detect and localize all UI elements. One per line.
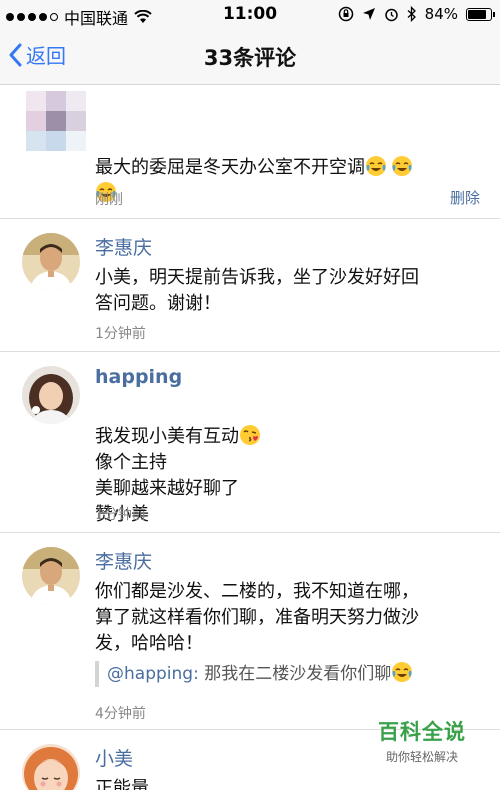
comment-text: 我发现小美有互动 像个主持 美聊越来越好聊了 赞小美 [95,398,475,528]
comment-text: 正能量 [95,778,149,790]
avatar[interactable] [26,91,86,151]
comment-time: 刚刚 [95,192,123,208]
reply-quote: @happing: 那我在二楼沙发看你们聊 [95,661,497,687]
comment-author[interactable]: 李惠庆 [95,233,152,260]
comment-item: 最大的委屈是冬天办公室不开空调 刚刚 删除 [0,85,500,219]
comment-time: 1分钟前 [95,507,146,523]
comment-text: 最大的委屈是冬天办公室不开空调 [95,129,475,207]
comment-author[interactable]: 李惠庆 [95,547,152,574]
watermark-title: 百科全说 [378,720,466,744]
status-bar: 中国联通 11:00 84% [0,0,500,28]
location-icon [362,8,375,20]
comment-text: 你们都是沙发、二楼的，我不知道在哪， 算了就这样看你们聊，准备明天努力做沙 发，… [95,581,419,654]
tears-of-joy-emoji-icon [392,156,412,176]
comment-item: 李惠庆 小美，明天提前告诉我，坐了沙发好好回 答问题。谢谢！ 1分钟前 [0,219,500,352]
quote-text: 那我在二楼沙发看你们聊 [198,664,392,684]
avatar[interactable] [22,366,80,424]
kiss-emoji-icon [240,425,260,445]
comment-author[interactable]: happing [95,366,182,388]
alarm-icon [384,8,398,21]
comment-item: 李惠庆 你们都是沙发、二楼的，我不知道在哪， 算了就这样看你们聊，准备明天努力做… [0,533,500,730]
comment-text-body: 最大的委屈是冬天办公室不开空调 [95,157,365,178]
comment-time: 4分钟前 [95,706,146,722]
bluetooth-icon [407,6,416,22]
page-title: 33条评论 [203,46,297,70]
rotation-lock-icon [338,6,353,22]
avatar[interactable] [22,233,80,291]
comment-text: 小美，明天提前告诉我，坐了沙发好好回 答问题。谢谢！ [95,267,419,314]
quote-user[interactable]: @happing: [107,664,199,684]
watermark-subtitle: 助你轻松解决 [385,750,458,764]
tears-of-joy-emoji-icon [366,156,386,176]
comment-item: happing 我发现小美有互动 像个主持 美聊越来越好聊了 赞小美 1分钟前 [0,352,500,533]
tears-of-joy-emoji-icon [392,662,413,682]
comment-author[interactable]: 小美 [95,744,133,771]
battery-percent: 84% [424,5,458,23]
comment-time: 1分钟前 [95,326,146,342]
delete-button[interactable]: 删除 [450,187,480,208]
comment-text-line: 我发现小美有互动 [95,426,239,447]
avatar[interactable] [22,547,80,605]
battery-icon [466,7,495,21]
watermark: 百科全说 助你轻松解决 [378,716,466,765]
avatar[interactable] [22,744,80,790]
status-right: 84% [338,5,495,23]
comment-list: 最大的委屈是冬天办公室不开空调 刚刚 删除 李惠庆 小美，明天提前告诉我，坐了沙… [0,85,500,790]
nav-bar: 返回 33条评论 [0,28,500,85]
